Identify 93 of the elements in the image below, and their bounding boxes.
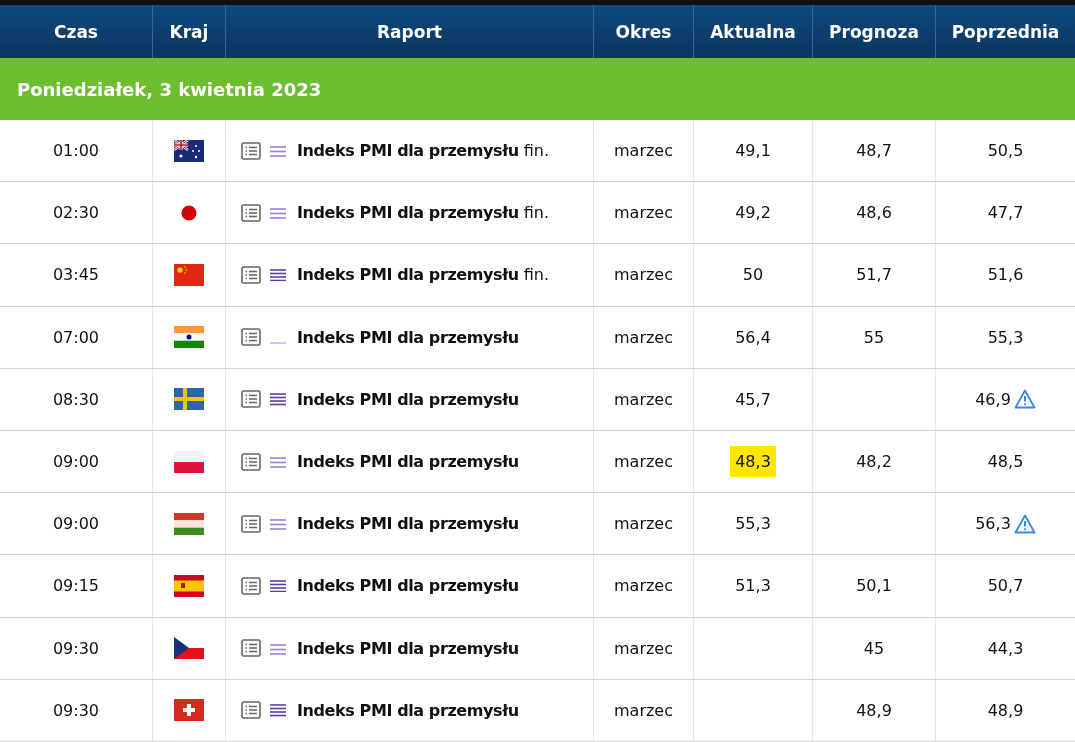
report-title[interactable]: Indeks PMI dla przemysłu — [297, 141, 519, 161]
actual-value: 48,3 — [730, 446, 776, 478]
report-title[interactable]: Indeks PMI dla przemysłu — [297, 389, 519, 409]
time-text: 07:00 — [52, 327, 100, 347]
report-title[interactable]: Indeks PMI dla przemysłu — [297, 452, 519, 472]
importance-icon — [270, 341, 286, 344]
report-title[interactable]: Indeks PMI dla przemysłu — [297, 700, 519, 720]
actual-value: 45,7 — [734, 388, 772, 411]
flag-icon — [174, 637, 204, 660]
report-suffix: fin. — [523, 141, 550, 161]
previous-value: 55,3 — [987, 327, 1024, 347]
report-title[interactable]: Indeks PMI dla przemysłu — [297, 265, 519, 285]
period-text: marzec — [614, 389, 673, 409]
report-title[interactable]: Indeks PMI dla przemysłu — [297, 514, 519, 534]
list-icon[interactable] — [241, 390, 261, 409]
importance-icon — [270, 393, 286, 406]
flag-icon — [174, 139, 204, 162]
forecast-value: 48,2 — [856, 452, 892, 472]
time-text: 09:00 — [52, 514, 100, 534]
importance-icon — [270, 643, 286, 655]
list-icon[interactable] — [241, 265, 261, 284]
importance-icon — [270, 579, 286, 593]
report-suffix: fin. — [523, 265, 550, 285]
actual-value: 49,1 — [734, 140, 772, 163]
period-text: marzec — [614, 700, 673, 720]
actual-value: 49,2 — [734, 202, 772, 225]
report-title[interactable]: Indeks PMI dla przemysłu — [297, 327, 519, 347]
forecast-value: 48,7 — [856, 141, 892, 161]
importance-icon — [270, 208, 286, 220]
list-icon[interactable] — [241, 328, 261, 347]
actual-value: 50 — [741, 264, 765, 287]
flag-icon — [181, 204, 197, 221]
forecast-value: 48,9 — [856, 700, 892, 720]
time-text: 02:30 — [52, 203, 100, 223]
list-icon[interactable] — [241, 141, 261, 160]
time-text: 09:00 — [52, 452, 100, 472]
period-text: marzec — [614, 141, 673, 161]
previous-value: 46,9 — [975, 389, 1011, 409]
actual-value: 56,4 — [734, 326, 772, 349]
period-text: marzec — [614, 327, 673, 347]
flag-icon — [174, 574, 204, 597]
flag-icon — [174, 512, 204, 535]
previous-value: 50,5 — [987, 141, 1024, 161]
list-icon[interactable] — [241, 701, 261, 720]
report-suffix: fin. — [523, 203, 550, 223]
previous-value: 48,9 — [987, 700, 1024, 720]
previous-value: 44,3 — [987, 638, 1024, 658]
period-text: marzec — [614, 265, 673, 285]
report-title[interactable]: Indeks PMI dla przemysłu — [297, 576, 519, 596]
previous-value: 51,6 — [987, 265, 1024, 285]
period-text: marzec — [614, 638, 673, 658]
previous-value: 48,5 — [987, 452, 1024, 472]
forecast-value: 45 — [863, 638, 885, 658]
time-text: 09:30 — [52, 700, 100, 720]
list-icon[interactable] — [241, 452, 261, 471]
flag-icon — [174, 388, 204, 411]
time-text: 01:00 — [52, 141, 100, 161]
flag-icon — [174, 450, 204, 473]
period-text: marzec — [614, 514, 673, 534]
period-text: marzec — [614, 452, 673, 472]
column-header: Czas — [53, 20, 99, 44]
list-icon[interactable] — [241, 576, 261, 595]
importance-icon — [270, 519, 286, 531]
time-text: 09:30 — [52, 638, 100, 658]
time-text: 08:30 — [52, 389, 100, 409]
previous-value: 56,3 — [975, 514, 1011, 534]
forecast-value: 51,7 — [856, 265, 892, 285]
report-title[interactable]: Indeks PMI dla przemysłu — [297, 638, 519, 658]
report-title[interactable]: Indeks PMI dla przemysłu — [297, 203, 519, 223]
warning-icon[interactable] — [1013, 513, 1036, 534]
time-text: 09:15 — [52, 576, 100, 596]
previous-value: 50,7 — [987, 576, 1024, 596]
importance-icon — [270, 457, 286, 469]
actual-value: 51,3 — [734, 575, 772, 598]
importance-icon — [270, 268, 286, 282]
importance-icon — [270, 704, 286, 717]
forecast-value: 48,6 — [856, 203, 892, 223]
day-header: Poniedziałek, 3 kwietnia 2023 — [0, 58, 1075, 120]
period-text: marzec — [614, 576, 673, 596]
flag-icon — [174, 699, 204, 722]
previous-value: 47,7 — [987, 203, 1024, 223]
time-text: 03:45 — [52, 265, 100, 285]
actual-value: 55,3 — [734, 513, 772, 536]
importance-icon — [270, 146, 286, 158]
flag-icon — [174, 263, 204, 286]
list-icon[interactable] — [241, 639, 261, 658]
forecast-value: 50,1 — [856, 576, 892, 596]
warning-icon[interactable] — [1013, 389, 1036, 410]
list-icon[interactable] — [241, 514, 261, 533]
forecast-value: 55 — [863, 327, 885, 347]
period-text: marzec — [614, 203, 673, 223]
list-icon[interactable] — [241, 203, 261, 222]
flag-icon — [174, 326, 204, 349]
